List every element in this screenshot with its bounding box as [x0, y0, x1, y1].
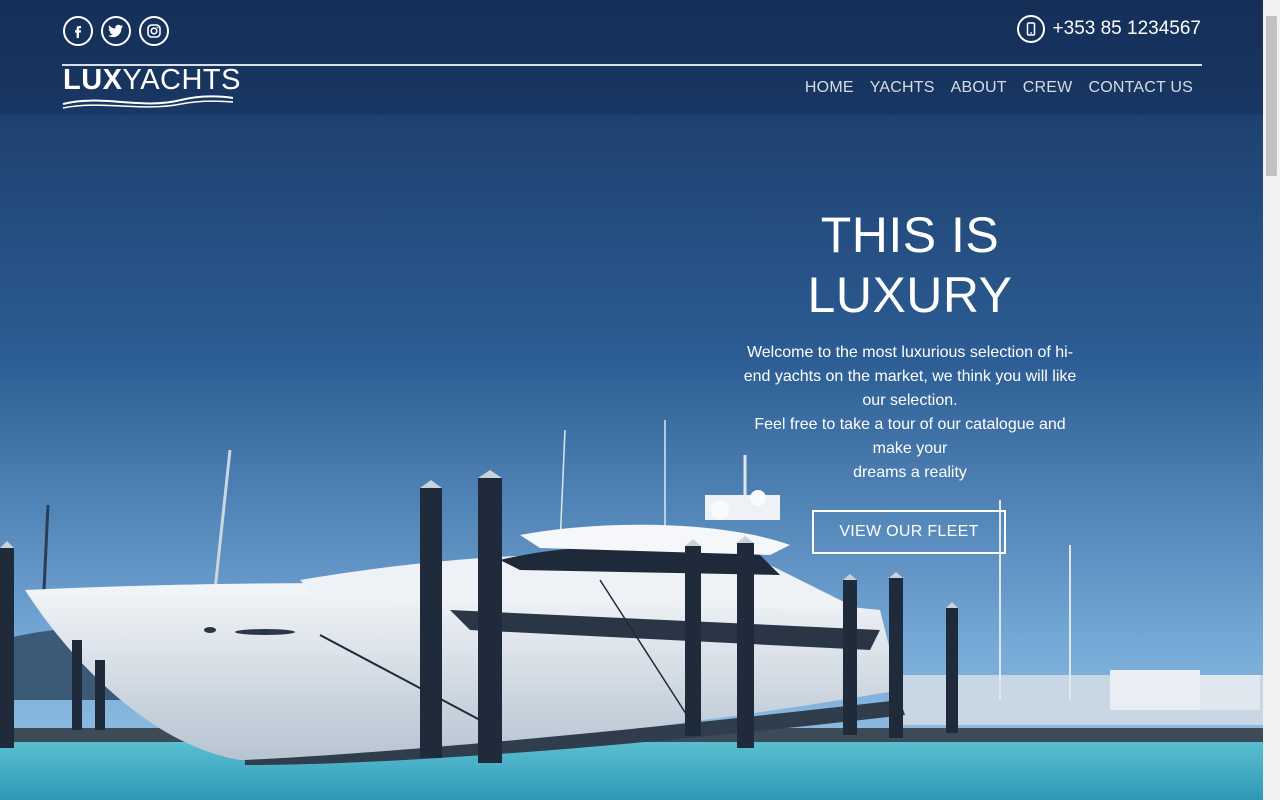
phone-contact[interactable]: +353 85 1234567	[1016, 15, 1201, 43]
hero-description: Welcome to the most luxurious selection …	[735, 341, 1085, 485]
page-scrollbar[interactable]	[1263, 0, 1280, 800]
nav-crew[interactable]: CREW	[1023, 79, 1073, 97]
nav-yachts[interactable]: YACHTS	[870, 79, 935, 97]
scrollbar-thumb[interactable]	[1266, 16, 1277, 176]
luxyachts-logo[interactable]: LUXYACHTS	[62, 66, 241, 109]
social-links	[63, 16, 169, 46]
page: +353 85 1234567 LUXYACHTS HOME YACHTS AB…	[0, 0, 1263, 800]
twitter-icon[interactable]	[101, 16, 131, 46]
view-our-fleet-button[interactable]: VIEW OUR FLEET	[812, 510, 1006, 554]
hero-title: THIS IS LUXURY	[735, 205, 1085, 325]
hero-text-line1: Welcome to the most luxurious selection …	[743, 344, 1077, 409]
hero-text-line3: dreams a reality	[853, 464, 967, 481]
main-navigation: HOME YACHTS ABOUT CREW CONTACT US	[805, 79, 1193, 97]
hero-text-line2: Feel free to take a tour of our catalogu…	[754, 416, 1066, 457]
nav-home[interactable]: HOME	[805, 79, 854, 97]
nav-contact-us[interactable]: CONTACT US	[1088, 79, 1193, 97]
mobile-phone-icon	[1016, 15, 1045, 43]
phone-number: +353 85 1234567	[1052, 18, 1201, 39]
facebook-icon[interactable]	[63, 16, 93, 46]
hero-title-line1: THIS IS	[820, 207, 1000, 263]
nav-about[interactable]: ABOUT	[951, 79, 1007, 97]
instagram-icon[interactable]	[139, 16, 169, 46]
logo-wave-icon	[62, 95, 234, 109]
hero-title-line2: LUXURY	[807, 267, 1013, 323]
hero-content: THIS IS LUXURY Welcome to the most luxur…	[735, 205, 1085, 485]
